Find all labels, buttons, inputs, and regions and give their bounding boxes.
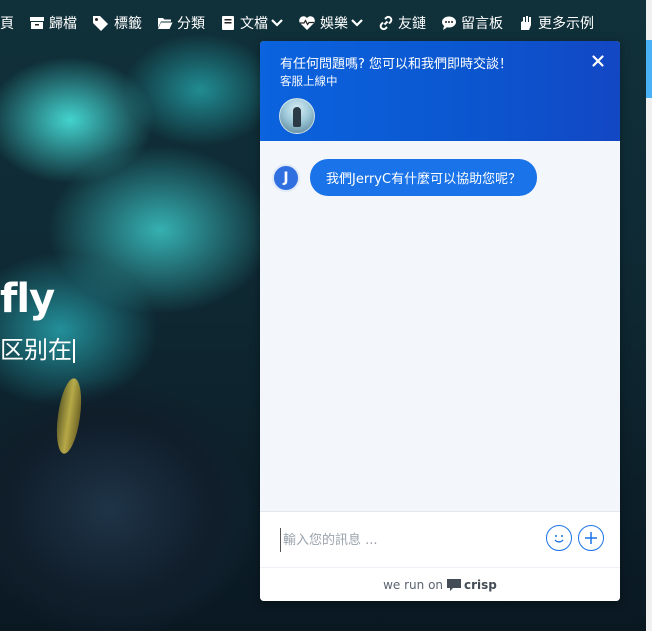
nav-item-label: 留言板: [461, 16, 503, 32]
nav-item-archive[interactable]: 歸檔: [29, 13, 77, 33]
nav-item-entertainment[interactable]: 娛樂: [298, 13, 363, 33]
scrollbar-thumb[interactable]: [646, 40, 652, 98]
chat-footer: we run on crisp: [260, 567, 620, 601]
nav-item-guestbook[interactable]: 留言板: [441, 13, 503, 33]
top-nav: 首頁 歸檔 標籤 分類 文檔 娛樂 友鏈 留言板 更多示例: [0, 10, 609, 36]
avatar: J: [272, 163, 300, 192]
close-icon[interactable]: [590, 53, 606, 69]
nav-item-label: 分類: [177, 16, 205, 32]
nav-item-tags[interactable]: 標籤: [92, 13, 142, 33]
smiley-icon: [554, 535, 564, 543]
footer-prefix: we run on: [383, 578, 444, 592]
chat-status: 客服上線中: [280, 74, 338, 88]
message-bubble: 我們JerryC有什麼可以協助您呢？: [310, 159, 538, 196]
chevron-down-icon: [271, 19, 283, 27]
nav-item-label: 歸檔: [49, 16, 77, 32]
nav-item-label: 娛樂: [320, 16, 348, 32]
tags-icon: [93, 16, 108, 31]
hand-icon: [521, 16, 531, 30]
hooded-figure-image: [0, 380, 260, 631]
brand-name: crisp: [464, 578, 497, 592]
emoji-button[interactable]: [546, 525, 572, 551]
message-row: J 我們JerryC有什麼可以協助您呢？: [272, 159, 538, 196]
typing-caret: [73, 339, 75, 363]
nav-item-label: 文檔: [240, 16, 268, 32]
attach-button[interactable]: [578, 525, 604, 551]
chat-messages: J 我們JerryC有什麼可以協助您呢？: [260, 141, 620, 511]
nav-item-more-examples[interactable]: 更多示例: [518, 13, 594, 33]
archive-icon: [30, 17, 44, 29]
plus-icon: [585, 532, 597, 544]
hero-subtitle: 区别在: [0, 330, 75, 365]
heartbeat-icon: [299, 16, 315, 30]
nav-item-categories[interactable]: 分類: [157, 13, 205, 33]
nav-item-label: 首頁: [0, 16, 14, 32]
chevron-down-icon: [351, 19, 363, 27]
hero-title: fly: [0, 276, 55, 322]
crisp-logo-icon: [447, 579, 462, 591]
nav-item-label: 標籤: [114, 16, 142, 32]
agent-avatar: [279, 98, 315, 134]
chat-header: 有任何問題嗎? 您可以和我們即時交談！ 客服上線中: [260, 41, 620, 141]
chat-widget: 有任何問題嗎? 您可以和我們即時交談！ 客服上線中 J 我們JerryC有什麼可…: [260, 41, 620, 601]
comment-icon: [442, 16, 456, 30]
message-input[interactable]: [280, 528, 525, 552]
folder-open-icon: [158, 18, 173, 29]
page-scrollbar[interactable]: [646, 0, 652, 631]
chat-compose: [260, 511, 620, 568]
nav-item-label: 友鏈: [398, 16, 426, 32]
link-icon: [379, 15, 393, 31]
book-icon: [222, 16, 234, 30]
hero-subtitle-text: 区别在: [0, 336, 72, 364]
nav-item-home[interactable]: 首頁: [0, 13, 14, 33]
nav-item-label: 更多示例: [538, 16, 594, 32]
crisp-link[interactable]: crisp: [447, 578, 497, 592]
nav-item-docs[interactable]: 文檔: [220, 13, 283, 33]
chat-header-title: 有任何問題嗎? 您可以和我們即時交談！: [280, 57, 513, 72]
nav-item-friend-links[interactable]: 友鏈: [378, 13, 426, 33]
